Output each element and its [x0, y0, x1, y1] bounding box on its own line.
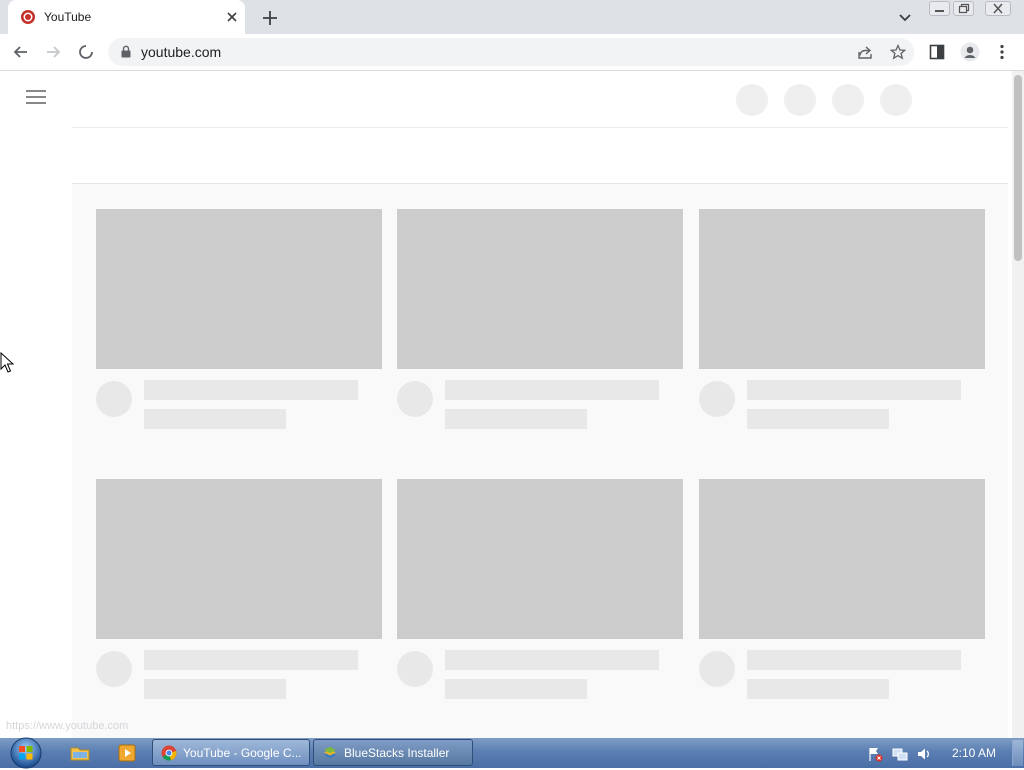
header-placeholder-circle: [832, 84, 864, 116]
chrome-icon: [161, 745, 177, 761]
meta-placeholder: [144, 409, 286, 429]
volume-icon[interactable]: [916, 746, 932, 762]
forward-arrow-icon[interactable]: [44, 43, 62, 61]
youtube-page: [0, 71, 1012, 738]
address-bar[interactable]: youtube.com: [108, 38, 914, 66]
meta-placeholder: [747, 679, 889, 699]
title-placeholder: [144, 650, 358, 670]
thumbnail-placeholder: [397, 479, 683, 639]
media-player-icon[interactable]: [118, 743, 136, 763]
share-icon[interactable]: [857, 44, 873, 60]
file-explorer-icon[interactable]: [70, 743, 90, 763]
header-placeholder-circle: [880, 84, 912, 116]
new-tab-plus-icon[interactable]: [260, 8, 280, 28]
video-card-skeleton: [699, 209, 985, 439]
bookmark-star-icon[interactable]: [890, 44, 906, 60]
mouse-cursor-icon: [0, 352, 14, 374]
restore-button[interactable]: [953, 1, 974, 16]
tab-strip: YouTube: [0, 0, 1024, 34]
start-orb-icon[interactable]: [6, 736, 46, 770]
title-placeholder: [445, 380, 659, 400]
tab-youtube[interactable]: YouTube: [8, 0, 245, 34]
avatar-placeholder: [699, 651, 735, 687]
lock-icon[interactable]: [120, 45, 132, 58]
show-desktop-button[interactable]: [1012, 740, 1023, 766]
video-card-skeleton: [96, 209, 382, 439]
more-menu-icon[interactable]: [994, 43, 1010, 61]
tab-search-chevron-icon[interactable]: [896, 8, 914, 26]
side-panel-icon[interactable]: [928, 43, 946, 61]
meta-placeholder: [144, 679, 286, 699]
page-scrollbar[interactable]: [1012, 71, 1024, 738]
taskbar-item-chrome[interactable]: YouTube - Google C...: [152, 739, 310, 766]
bluestacks-icon: [322, 745, 338, 761]
close-window-button[interactable]: [985, 1, 1011, 16]
taskbar-item-label: BlueStacks Installer: [344, 746, 450, 760]
title-placeholder: [445, 650, 659, 670]
title-placeholder: [747, 380, 961, 400]
action-center-flag-icon[interactable]: [867, 746, 883, 762]
avatar-placeholder: [699, 381, 735, 417]
taskbar-clock[interactable]: 2:10 AM: [952, 746, 996, 760]
profile-avatar-icon[interactable]: [960, 42, 980, 62]
url-text[interactable]: youtube.com: [141, 44, 221, 60]
chip-bar-placeholder: [72, 127, 1008, 184]
avatar-placeholder: [96, 651, 132, 687]
video-card-skeleton: [397, 479, 683, 709]
taskbar-item-bluestacks[interactable]: BlueStacks Installer: [313, 739, 473, 766]
network-icon[interactable]: [892, 746, 908, 762]
header-placeholder-circle: [736, 84, 768, 116]
youtube-favicon-icon: [20, 9, 36, 25]
hamburger-menu-icon[interactable]: [26, 89, 46, 105]
meta-placeholder: [747, 409, 889, 429]
loading-stop-icon[interactable]: [77, 43, 95, 61]
avatar-placeholder: [96, 381, 132, 417]
thumbnail-placeholder: [96, 209, 382, 369]
tab-close-icon[interactable]: [224, 9, 240, 25]
thumbnail-placeholder: [699, 479, 985, 639]
thumbnail-placeholder: [96, 479, 382, 639]
video-card-skeleton: [699, 479, 985, 709]
scrollbar-thumb[interactable]: [1014, 75, 1022, 261]
windows-taskbar: YouTube - Google C... BlueStacks Install…: [0, 736, 1024, 770]
title-placeholder: [747, 650, 961, 670]
thumbnail-placeholder: [397, 209, 683, 369]
header-placeholder-circle: [784, 84, 816, 116]
browser-toolbar: youtube.com: [0, 34, 1024, 71]
title-placeholder: [144, 380, 358, 400]
taskbar-item-label: YouTube - Google C...: [183, 746, 302, 760]
avatar-placeholder: [397, 381, 433, 417]
meta-placeholder: [445, 679, 587, 699]
minimize-button[interactable]: [929, 1, 950, 16]
video-grid-skeleton: [72, 184, 1008, 738]
status-bubble-url: https://www.youtube.com: [6, 720, 129, 732]
back-arrow-icon[interactable]: [12, 43, 30, 61]
meta-placeholder: [445, 409, 587, 429]
tab-title: YouTube: [44, 10, 92, 24]
thumbnail-placeholder: [699, 209, 985, 369]
video-card-skeleton: [397, 209, 683, 439]
video-card-skeleton: [96, 479, 382, 709]
avatar-placeholder: [397, 651, 433, 687]
